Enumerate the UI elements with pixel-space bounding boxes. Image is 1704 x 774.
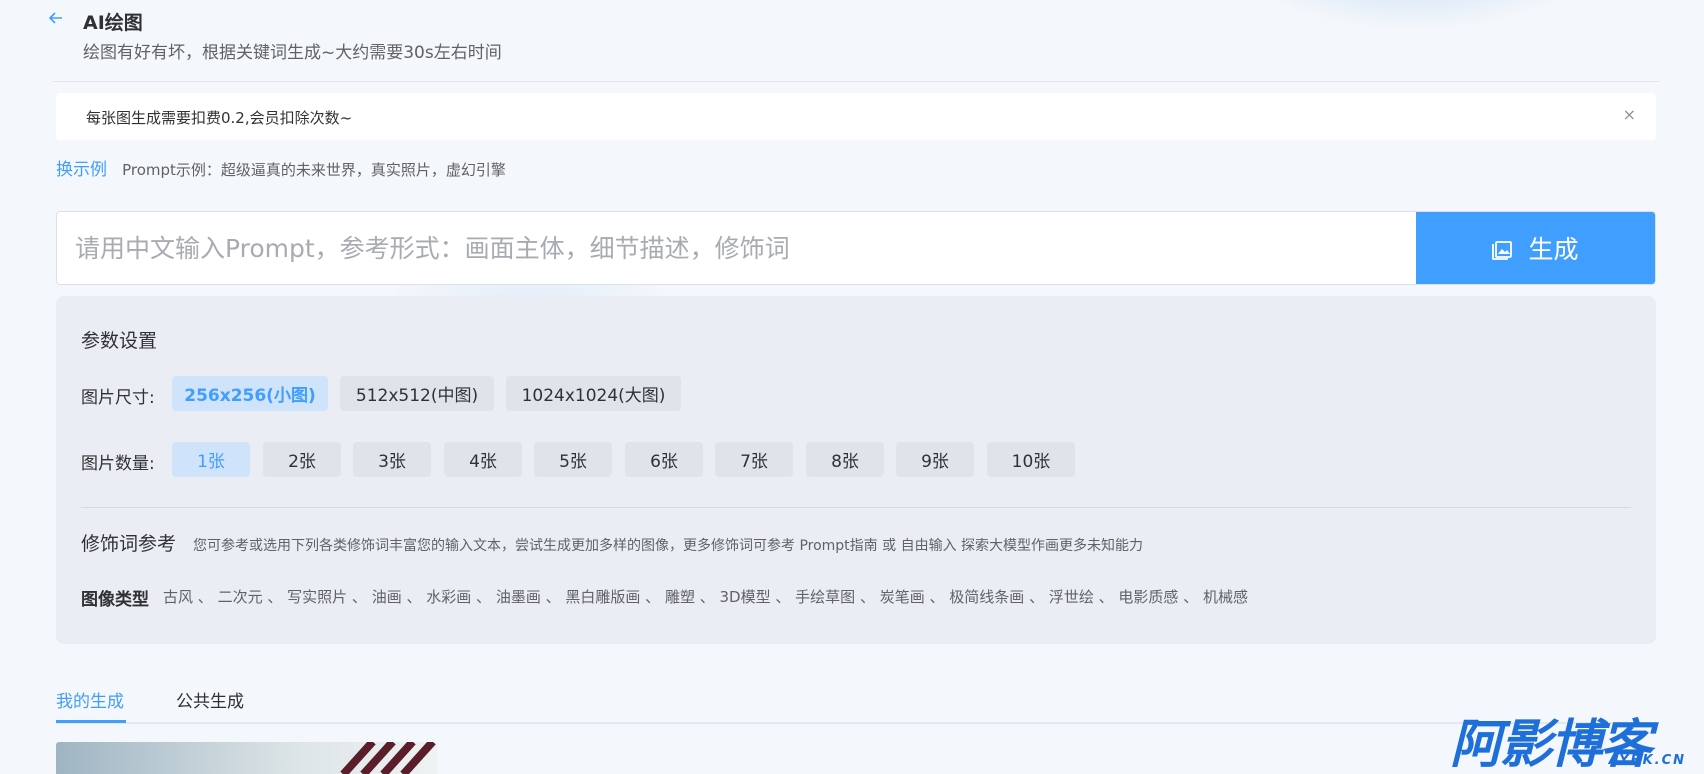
notice-text: 每张图生成需要扣费0.2,会员扣除次数~ [86,109,353,127]
tab-my-generations[interactable]: 我的生成 [56,687,124,712]
site-watermark-logo: 阿影博客 AYBK.CN [1450,708,1690,774]
count-option-10[interactable]: 10张 [987,442,1075,477]
size-label: 图片尺寸: [81,388,155,408]
image-type-separator: 、 [924,588,950,606]
image-type-item[interactable]: 手绘草图 [795,588,855,606]
page-title: AI绘图 [83,12,143,34]
count-option-5[interactable]: 5张 [534,442,612,477]
prompt-box: 生成 [56,211,1656,285]
params-panel: 参数设置 图片尺寸: 256x256(小图) 512x512(中图) 1024x… [56,296,1656,644]
count-option-3[interactable]: 3张 [353,442,431,477]
image-type-item[interactable]: 炭笔画 [880,588,925,606]
generate-button[interactable]: 生成 [1416,212,1655,284]
image-type-item[interactable]: 写实照片 [287,588,347,606]
switch-example-link[interactable]: 换示例 [56,160,107,180]
image-type-separator: 、 [262,588,288,606]
image-type-separator: 、 [1178,588,1203,606]
image-type-item[interactable]: 二次元 [218,588,263,606]
image-type-item[interactable]: 3D模型 [720,588,771,606]
image-type-list: 古风 、 二次元 、 写实照片 、 油画 、 水彩画 、 油墨画 、 黑白雕版画… [163,586,1248,607]
image-type-separator: 、 [471,588,496,606]
tab-public-generations[interactable]: 公共生成 [176,687,244,712]
image-icon [1492,237,1514,260]
image-type-item[interactable]: 浮世绘 [1049,588,1094,606]
image-type-item[interactable]: 极简线条画 [949,588,1024,606]
image-type-item[interactable]: 雕塑 [665,588,695,606]
prompt-example: 换示例 Prompt示例：超级逼真的未来世界，真实照片，虚幻引擎 [56,155,506,180]
close-icon[interactable]: × [1623,105,1636,124]
header-divider [52,81,1660,82]
image-type-item[interactable]: 机械感 [1203,588,1248,606]
image-type-item[interactable]: 黑白雕版画 [565,588,640,606]
result-tabs: 我的生成 公共生成 [56,684,1656,724]
prompt-input[interactable] [57,212,1417,284]
image-type-separator: 、 [347,588,372,606]
image-type-item[interactable]: 电影质感 [1118,588,1178,606]
image-type-separator: 、 [193,588,218,606]
params-title: 参数设置 [81,330,158,352]
count-label: 图片数量: [81,454,155,474]
count-option-2[interactable]: 2张 [263,442,341,477]
image-type-separator: 、 [694,588,720,606]
watermark-domain: AYBK.CN [1608,753,1686,768]
count-option-7[interactable]: 7张 [715,442,793,477]
modifier-title: 修饰词参考 [81,533,177,555]
count-option-9[interactable]: 9张 [896,442,974,477]
active-tab-indicator [56,720,126,723]
params-divider [81,507,1631,508]
background-glow [1250,0,1580,30]
image-type-separator: 、 [540,588,566,606]
count-option-4[interactable]: 4张 [444,442,522,477]
image-type-item[interactable]: 油墨画 [496,588,541,606]
modifier-description: 您可参考或选用下列各类修饰词丰富您的输入文本，尝试生成更加多样的图像，更多修饰词… [193,538,1144,554]
generated-image-thumbnail[interactable] [56,742,437,774]
example-text: Prompt示例：超级逼真的未来世界，真实照片，虚幻引擎 [122,161,506,179]
size-option-256[interactable]: 256x256(小图) [172,376,328,411]
arrow-left-icon[interactable] [48,6,72,30]
image-type-separator: 、 [401,588,427,606]
image-type-separator: 、 [1024,588,1049,606]
image-type-label: 图像类型 [81,590,149,610]
notice-banner: 每张图生成需要扣费0.2,会员扣除次数~ × [56,93,1656,140]
image-type-item[interactable]: 古风 [163,588,193,606]
count-option-6[interactable]: 6张 [625,442,703,477]
image-type-item[interactable]: 油画 [372,588,402,606]
size-option-512[interactable]: 512x512(中图) [340,376,494,411]
generate-label: 生成 [1528,235,1579,264]
image-type-separator: 、 [640,588,665,606]
size-option-1024[interactable]: 1024x1024(大图) [506,376,681,411]
image-type-separator: 、 [855,588,880,606]
image-type-separator: 、 [1093,588,1119,606]
count-option-1[interactable]: 1张 [172,442,250,477]
image-type-separator: 、 [770,588,796,606]
image-type-item[interactable]: 水彩画 [426,588,471,606]
count-option-8[interactable]: 8张 [806,442,884,477]
page-subtitle: 绘图有好有坏，根据关键词生成~大约需要30s左右时间 [83,43,502,63]
